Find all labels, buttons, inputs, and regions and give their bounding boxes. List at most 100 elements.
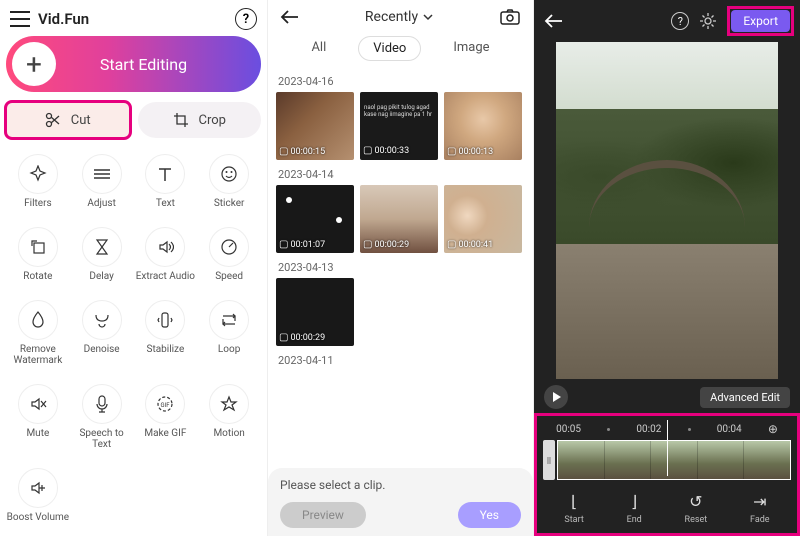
tool-delay[interactable]: Delay	[70, 223, 134, 292]
time-ruler[interactable]: 00:05 00:02 00:04 ⊕	[543, 420, 791, 440]
speech-icon	[95, 395, 109, 413]
denoise-icon	[93, 312, 111, 328]
tab-all[interactable]: All	[297, 36, 340, 61]
time-label: 00:05	[556, 424, 581, 435]
tool-denoise[interactable]: Denoise	[70, 296, 134, 376]
playhead[interactable]	[667, 420, 668, 476]
tool-grid: Filters Adjust Text Sticker Rotate Delay…	[6, 150, 261, 533]
videocam-icon: ▢	[279, 239, 288, 250]
help-icon[interactable]: ?	[671, 12, 689, 30]
video-thumb[interactable]: ▢00:00:13	[444, 92, 522, 160]
camera-icon[interactable]	[499, 8, 521, 26]
tool-text[interactable]: Text	[134, 150, 198, 219]
bracket-left-icon: ⌊	[571, 492, 577, 511]
tool-stabilize[interactable]: Stabilize	[134, 296, 198, 376]
help-icon[interactable]: ?	[235, 8, 257, 30]
crop-icon	[173, 112, 189, 128]
svg-text:GIF: GIF	[161, 402, 171, 409]
tool-rotate[interactable]: Rotate	[6, 223, 70, 292]
videocam-icon: ▢	[447, 146, 456, 157]
video-preview[interactable]	[556, 42, 778, 379]
videocam-icon: ▢	[363, 239, 372, 250]
control-reset[interactable]: ↺Reset	[685, 492, 708, 525]
fade-icon: ⇥	[753, 492, 766, 511]
tool-motion[interactable]: Motion	[197, 380, 261, 460]
menu-icon[interactable]	[10, 11, 30, 27]
control-fade[interactable]: ⇥Fade	[750, 492, 770, 525]
chevron-down-icon	[422, 13, 434, 21]
tool-sticker[interactable]: Sticker	[197, 150, 261, 219]
stabilize-icon	[157, 311, 173, 329]
control-start[interactable]: ⌊Start	[564, 492, 583, 525]
date-group-label: 2023-04-16	[278, 75, 525, 88]
tool-boost[interactable]: Boost Volume	[6, 464, 70, 533]
preview-button[interactable]: Preview	[280, 502, 366, 528]
tool-mute[interactable]: Mute	[6, 380, 70, 460]
play-button[interactable]	[544, 385, 568, 409]
filters-icon	[29, 165, 47, 183]
back-icon[interactable]	[544, 13, 564, 29]
time-label: 00:02	[636, 424, 661, 435]
export-button[interactable]: Export	[731, 10, 790, 32]
play-icon	[552, 391, 562, 403]
motion-icon	[220, 395, 238, 413]
zoom-icon[interactable]: ⊕	[768, 422, 778, 436]
sticker-icon	[220, 165, 238, 183]
tool-extract-audio[interactable]: Extract Audio	[134, 223, 198, 292]
tools-panel: Vid.Fun ? + Start Editing Cut Crop Filte…	[0, 0, 267, 536]
mute-icon	[29, 396, 47, 412]
start-editing-button[interactable]: + Start Editing	[6, 36, 261, 92]
videocam-icon: ▢	[363, 145, 372, 157]
yes-button[interactable]: Yes	[458, 502, 521, 528]
gif-icon: GIF	[156, 395, 174, 413]
crop-button[interactable]: Crop	[138, 102, 262, 138]
timeline-section: 00:05 00:02 00:04 ⊕ || ⌊Start ⌋End ↺Rese…	[534, 413, 800, 536]
gear-icon[interactable]	[699, 12, 717, 30]
adjust-icon	[93, 167, 111, 181]
tab-video[interactable]: Video	[358, 36, 421, 61]
video-thumb[interactable]: ▢00:00:29	[360, 185, 438, 253]
video-thumb[interactable]: naol pag pikit tulog agadkase nag iimagi…	[360, 92, 438, 160]
tab-image[interactable]: Image	[439, 36, 503, 61]
boost-icon	[29, 480, 47, 496]
extract-audio-icon	[156, 238, 174, 256]
tool-filters[interactable]: Filters	[6, 150, 70, 219]
videocam-icon: ▢	[279, 146, 288, 157]
cut-button[interactable]: Cut	[6, 102, 130, 138]
editor-panel: ? Export Advanced Edit 00:05 00:02 00:04…	[534, 0, 800, 536]
advanced-edit-button[interactable]: Advanced Edit	[700, 387, 790, 408]
control-end[interactable]: ⌋End	[627, 492, 642, 525]
footer-message: Please select a clip.	[280, 478, 521, 492]
clip-handle-left[interactable]: ||	[543, 440, 555, 480]
loop-icon	[220, 313, 238, 327]
back-icon[interactable]	[280, 9, 300, 25]
date-group-label: 2023-04-13	[278, 261, 525, 274]
time-label: 00:04	[717, 424, 742, 435]
watermark-icon	[31, 311, 45, 329]
selection-footer: Please select a clip. Preview Yes	[268, 468, 533, 536]
sort-dropdown[interactable]: Recently	[365, 9, 434, 25]
video-thumb[interactable]: ▢00:00:15	[276, 92, 354, 160]
date-group-label: 2023-04-14	[278, 168, 525, 181]
videocam-icon: ▢	[279, 332, 288, 343]
media-picker-panel: Recently All Video Image 2023-04-16 ▢00:…	[267, 0, 534, 536]
tool-adjust[interactable]: Adjust	[70, 150, 134, 219]
app-title: Vid.Fun	[38, 10, 89, 28]
scissors-icon	[45, 112, 61, 128]
delay-icon	[95, 238, 109, 256]
text-icon	[157, 166, 173, 182]
tool-watermark[interactable]: Remove Watermark	[6, 296, 70, 376]
tool-speed[interactable]: Speed	[197, 223, 261, 292]
video-thumb[interactable]: ▢00:00:29	[276, 278, 354, 346]
date-group-label: 2023-04-11	[278, 354, 525, 367]
reset-icon: ↺	[689, 492, 702, 511]
video-thumb[interactable]: ▢00:01:07	[276, 185, 354, 253]
tool-speech[interactable]: Speech to Text	[70, 380, 134, 460]
bracket-right-icon: ⌋	[631, 492, 637, 511]
plus-icon: +	[12, 42, 56, 86]
tool-loop[interactable]: Loop	[197, 296, 261, 376]
video-thumb[interactable]: ▢00:00:41	[444, 185, 522, 253]
videocam-icon: ▢	[447, 239, 456, 250]
tool-gif[interactable]: GIFMake GIF	[134, 380, 198, 460]
speed-icon	[220, 238, 238, 256]
